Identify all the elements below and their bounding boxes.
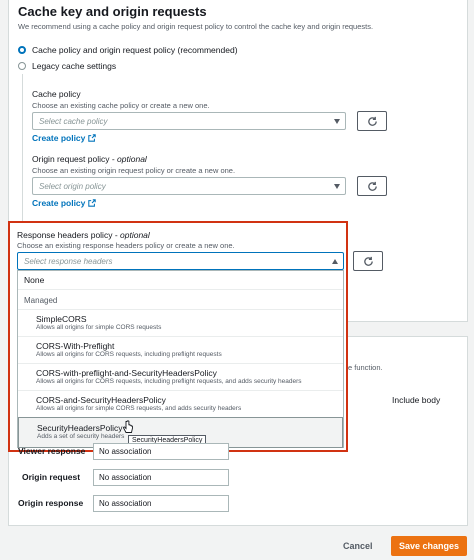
origin-policy-placeholder: Select origin policy (39, 182, 106, 191)
list-item[interactable]: CORS-with-preflight-and-SecurityHeadersP… (18, 363, 343, 390)
external-link-icon (88, 134, 97, 142)
create-cache-policy-link[interactable]: Create policy (32, 133, 97, 143)
response-headers-dropdown[interactable]: None Managed SimpleCORS Allows all origi… (17, 270, 344, 448)
response-headers-select[interactable]: Select response headers (17, 252, 344, 270)
origin-response-label: Origin response (18, 498, 84, 508)
list-item-description: Allows all origins for CORS requests, in… (36, 351, 222, 358)
create-origin-policy-label[interactable]: Create policy (32, 198, 85, 208)
refresh-response-headers-button[interactable] (353, 251, 383, 271)
viewer-response-select[interactable]: No association (93, 443, 229, 460)
section-title: Cache key and origin requests (18, 4, 207, 19)
create-cache-policy-label[interactable]: Create policy (32, 133, 85, 143)
option-recommended-label: Cache policy and origin request policy (… (32, 45, 238, 55)
list-item[interactable]: CORS-and-SecurityHeadersPolicy Allows al… (18, 390, 343, 417)
response-headers-description: Choose an existing response headers poli… (17, 241, 235, 250)
hand-cursor-icon (123, 420, 133, 433)
origin-request-select[interactable]: No association (93, 469, 229, 486)
origin-request-policy-description: Choose an existing origin request policy… (32, 166, 236, 175)
option-none[interactable]: None (18, 271, 343, 289)
functions-description-partial: e function. (348, 363, 383, 372)
list-item-title: CORS-With-Preflight (36, 341, 115, 351)
save-changes-button[interactable]: Save changes (391, 536, 467, 556)
cache-policy-label: Cache policy (32, 89, 81, 99)
list-item-title: SimpleCORS (36, 314, 87, 324)
origin-request-policy-label: Origin request policy - optional (32, 154, 147, 164)
response-headers-label: Response headers policy - optional (17, 230, 150, 240)
list-item-title: CORS-and-SecurityHeadersPolicy (36, 395, 166, 405)
group-managed-label: Managed (24, 296, 58, 305)
list-item-description: Allows all origins for simple CORS reque… (36, 405, 242, 412)
option-none-label: None (24, 275, 45, 285)
refresh-cache-policy-button[interactable] (357, 111, 387, 131)
list-item[interactable]: SimpleCORS Allows all origins for simple… (18, 309, 343, 336)
cache-policy-description: Choose an existing cache policy or creat… (32, 101, 210, 110)
section-description: We recommend using a cache policy and or… (18, 22, 374, 31)
cancel-button[interactable]: Cancel (343, 541, 373, 551)
list-item-title: CORS-with-preflight-and-SecurityHeadersP… (36, 368, 217, 378)
include-body-header: Include body (392, 395, 441, 405)
origin-response-select[interactable]: No association (93, 495, 229, 512)
create-origin-policy-link[interactable]: Create policy (32, 198, 97, 208)
response-headers-placeholder: Select response headers (24, 257, 113, 266)
option-recommended[interactable]: Cache policy and origin request policy (… (18, 45, 238, 55)
origin-request-policy-select[interactable]: Select origin policy (32, 177, 346, 195)
group-managed: Managed (18, 289, 343, 309)
cache-policy-select[interactable]: Select cache policy (32, 112, 346, 130)
list-item[interactable]: CORS-With-Preflight Allows all origins f… (18, 336, 343, 363)
refresh-icon (363, 256, 373, 266)
refresh-icon (367, 181, 377, 191)
caret-down-icon (334, 119, 340, 124)
indent-line (22, 74, 23, 222)
option-legacy[interactable]: Legacy cache settings (18, 61, 116, 71)
refresh-icon (367, 116, 377, 126)
radio-unselected-icon[interactable] (18, 62, 26, 70)
external-link-icon (88, 199, 97, 207)
list-item-title: SecurityHeadersPolicy (37, 423, 123, 433)
refresh-origin-policy-button[interactable] (357, 176, 387, 196)
cache-policy-placeholder: Select cache policy (39, 117, 108, 126)
caret-up-icon (332, 259, 338, 264)
viewer-response-label: Viewer response (18, 446, 86, 456)
caret-down-icon (334, 184, 340, 189)
radio-selected-icon[interactable] (18, 46, 26, 54)
list-item-description: Allows all origins for CORS requests, in… (36, 378, 302, 385)
origin-request-label: Origin request (22, 472, 81, 482)
option-legacy-label: Legacy cache settings (32, 61, 117, 71)
list-item-description: Allows all origins for simple CORS reque… (36, 324, 162, 331)
